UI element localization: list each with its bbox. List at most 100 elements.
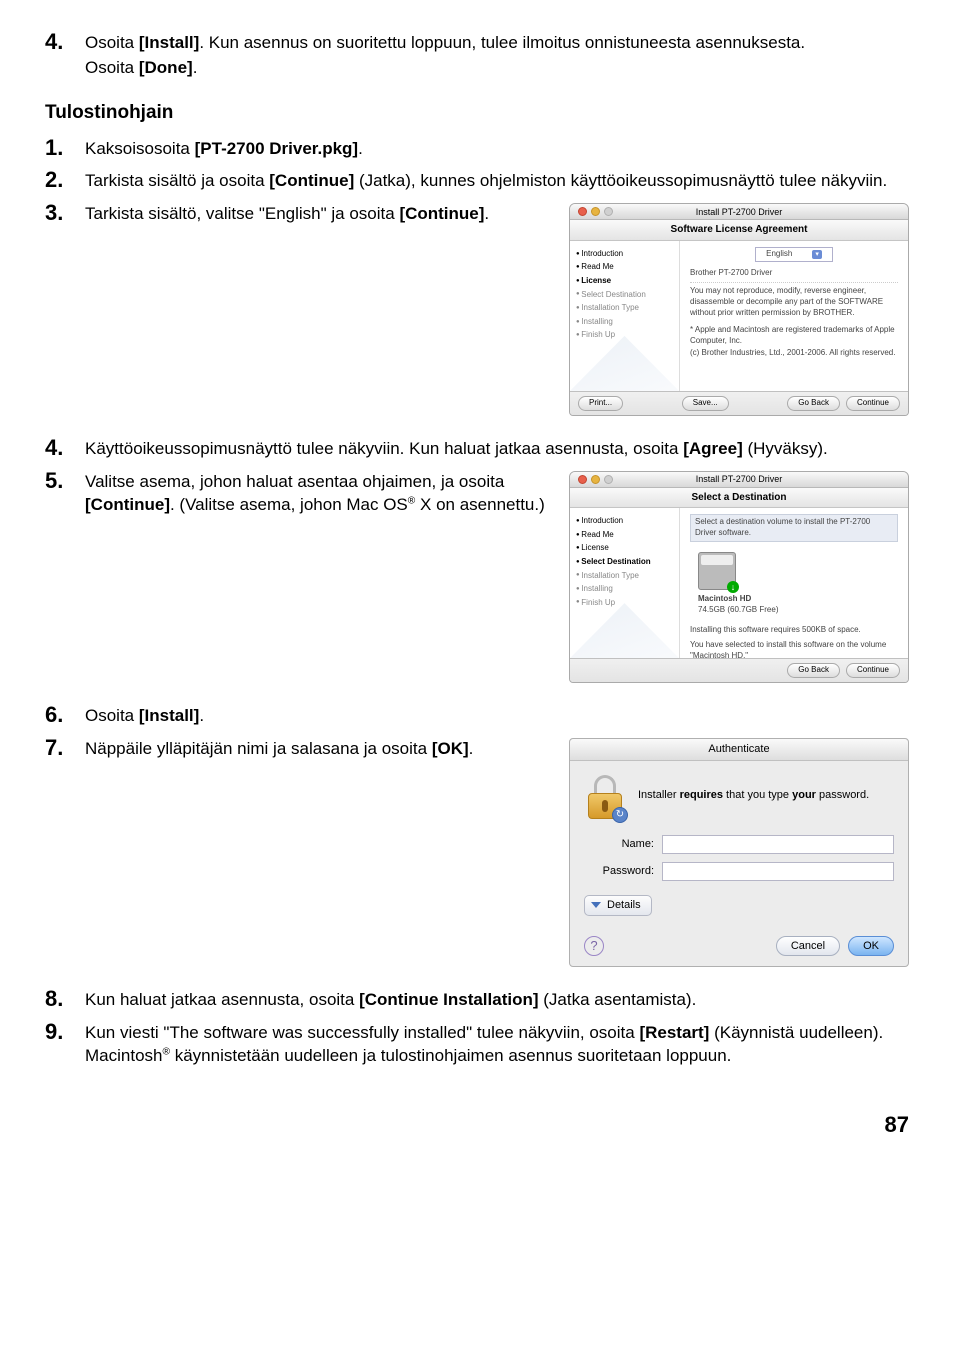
go-back-button[interactable]: Go Back	[787, 396, 840, 411]
text: .	[358, 139, 363, 158]
zoom-icon[interactable]	[604, 475, 613, 484]
help-icon[interactable]: ?	[584, 936, 604, 956]
dialog-title: Authenticate	[570, 739, 908, 761]
step-body: Käyttöoikeussopimusnäyttö tulee näkyviin…	[85, 436, 909, 463]
bold-ref: [Continue]	[399, 204, 484, 223]
language-select[interactable]: English ▾	[690, 247, 898, 262]
sidebar-item: Installation Type	[576, 301, 673, 315]
license-text: (c) Brother Industries, Ltd., 2001-2006.…	[690, 348, 898, 359]
step-body: Tarkista sisältö, valitse "English" ja o…	[85, 201, 909, 429]
step-5: 5. Valitse asema, johon haluat asentaa o…	[45, 469, 909, 697]
bold-ref: [Continue]	[269, 171, 354, 190]
text: Installer	[638, 789, 680, 801]
text: Osoita	[85, 58, 139, 77]
text: (Jatka), kunnes ohjelmiston käyttöoikeus…	[354, 171, 887, 190]
step-body: Kun viesti "The software was successfull…	[85, 1020, 909, 1070]
sidebar-item: Installation Type	[576, 569, 673, 583]
installer-sidebar: Introduction Read Me License Select Dest…	[570, 241, 680, 391]
section-heading: Tulostinohjain	[45, 100, 909, 126]
save-button[interactable]: Save...	[682, 396, 729, 411]
step-2: 2. Tarkista sisältö ja osoita [Continue]…	[45, 168, 909, 195]
step-body: Osoita [Install]. Kun asennus on suorite…	[85, 30, 909, 82]
text: .	[484, 204, 489, 223]
window-subtitle: Software License Agreement	[570, 220, 908, 241]
bold-ref: [PT-2700 Driver.pkg]	[195, 139, 358, 158]
bold-text: requires	[680, 789, 723, 801]
step-number: 4.	[45, 30, 85, 54]
step-number: 7.	[45, 736, 85, 760]
lock-icon: ↻	[584, 773, 626, 819]
step-body: Valitse asema, johon haluat asentaa ohja…	[85, 469, 909, 697]
sidebar-item: Read Me	[576, 260, 673, 274]
window-subtitle: Select a Destination	[570, 488, 908, 509]
step-body: Kaksoisosoita [PT-2700 Driver.pkg].	[85, 136, 909, 163]
license-text: You may not reproduce, modify, reverse e…	[690, 286, 898, 318]
step-number: 2.	[45, 168, 85, 192]
installer-sidebar: Introduction Read Me License Select Dest…	[570, 508, 680, 658]
window-titlebar[interactable]: Install PT-2700 Driver	[570, 204, 908, 220]
text: .	[199, 706, 204, 725]
name-label: Name:	[584, 837, 654, 852]
minimize-icon[interactable]	[591, 475, 600, 484]
text: Käyttöoikeussopimusnäyttö tulee näkyviin…	[85, 439, 683, 458]
continue-button[interactable]: Continue	[846, 663, 900, 678]
zoom-icon[interactable]	[604, 207, 613, 216]
continue-button[interactable]: Continue	[846, 396, 900, 411]
language-value: English	[766, 249, 792, 260]
text: Näppäile ylläpitäjän nimi ja salasana ja…	[85, 739, 432, 758]
installer-main: Select a destination volume to install t…	[680, 508, 908, 658]
text: Tarkista sisältö ja osoita	[85, 171, 269, 190]
text: . Kun asennus on suoritettu loppuun, tul…	[199, 33, 805, 52]
sidebar-item: Installing	[576, 315, 673, 329]
text: .	[469, 739, 474, 758]
sidebar-item: License	[576, 541, 673, 555]
text: (Hyväksy).	[743, 439, 828, 458]
go-back-button[interactable]: Go Back	[787, 663, 840, 678]
step-body: Kun haluat jatkaa asennusta, osoita [Con…	[85, 987, 909, 1014]
step-number: 9.	[45, 1020, 85, 1044]
bold-text: your	[792, 789, 816, 801]
text: . (Valitse asema, johon Mac OS	[170, 495, 408, 514]
dropdown-arrow-icon[interactable]: ▾	[812, 250, 822, 259]
ok-button[interactable]: OK	[848, 936, 894, 957]
license-header: Brother PT-2700 Driver	[690, 268, 898, 279]
text: (Jatka asentamista).	[539, 990, 697, 1009]
print-button[interactable]: Print...	[578, 396, 623, 411]
auth-prompt: Installer requires that you type your pa…	[638, 788, 869, 803]
text: that you type	[723, 789, 792, 801]
installer-main: English ▾ Brother PT-2700 Driver You may …	[680, 241, 908, 391]
page-number: 87	[45, 1110, 909, 1140]
disk-name: Macintosh HD	[698, 594, 751, 605]
step-4-top: 4. Osoita [Install]. Kun asennus on suor…	[45, 30, 909, 82]
sidebar-background-art	[570, 336, 679, 391]
window-titlebar[interactable]: Install PT-2700 Driver	[570, 472, 908, 488]
step-8: 8. Kun haluat jatkaa asennusta, osoita […	[45, 987, 909, 1014]
step-body: Näppäile ylläpitäjän nimi ja salasana ja…	[85, 736, 909, 982]
cancel-button[interactable]: Cancel	[776, 936, 840, 957]
sidebar-item: Select Destination	[576, 288, 673, 302]
sidebar-item: Installing	[576, 582, 673, 596]
name-field[interactable]	[662, 835, 894, 854]
sidebar-item: License	[576, 274, 673, 288]
bold-ref: [Agree]	[683, 439, 743, 458]
disk-icon[interactable]: ↓	[698, 552, 736, 590]
step-number: 6.	[45, 703, 85, 727]
step-number: 5.	[45, 469, 85, 493]
window-title: Install PT-2700 Driver	[570, 473, 908, 485]
text: Tarkista sisältö, valitse "English" ja o…	[85, 204, 399, 223]
bold-ref: [OK]	[432, 739, 469, 758]
step-number: 8.	[45, 987, 85, 1011]
sidebar-item: Introduction	[576, 514, 673, 528]
close-icon[interactable]	[578, 207, 587, 216]
authenticate-dialog: Authenticate ↻ Installer requires that y…	[569, 738, 909, 968]
details-button[interactable]: Details	[584, 895, 652, 916]
step-number: 1.	[45, 136, 85, 160]
minimize-icon[interactable]	[591, 207, 600, 216]
disclosure-triangle-icon	[591, 902, 601, 908]
password-field[interactable]	[662, 862, 894, 881]
close-icon[interactable]	[578, 475, 587, 484]
step-body: Osoita [Install].	[85, 703, 909, 730]
sidebar-item: Introduction	[576, 247, 673, 261]
sidebar-item: Read Me	[576, 528, 673, 542]
step-number: 4.	[45, 436, 85, 460]
